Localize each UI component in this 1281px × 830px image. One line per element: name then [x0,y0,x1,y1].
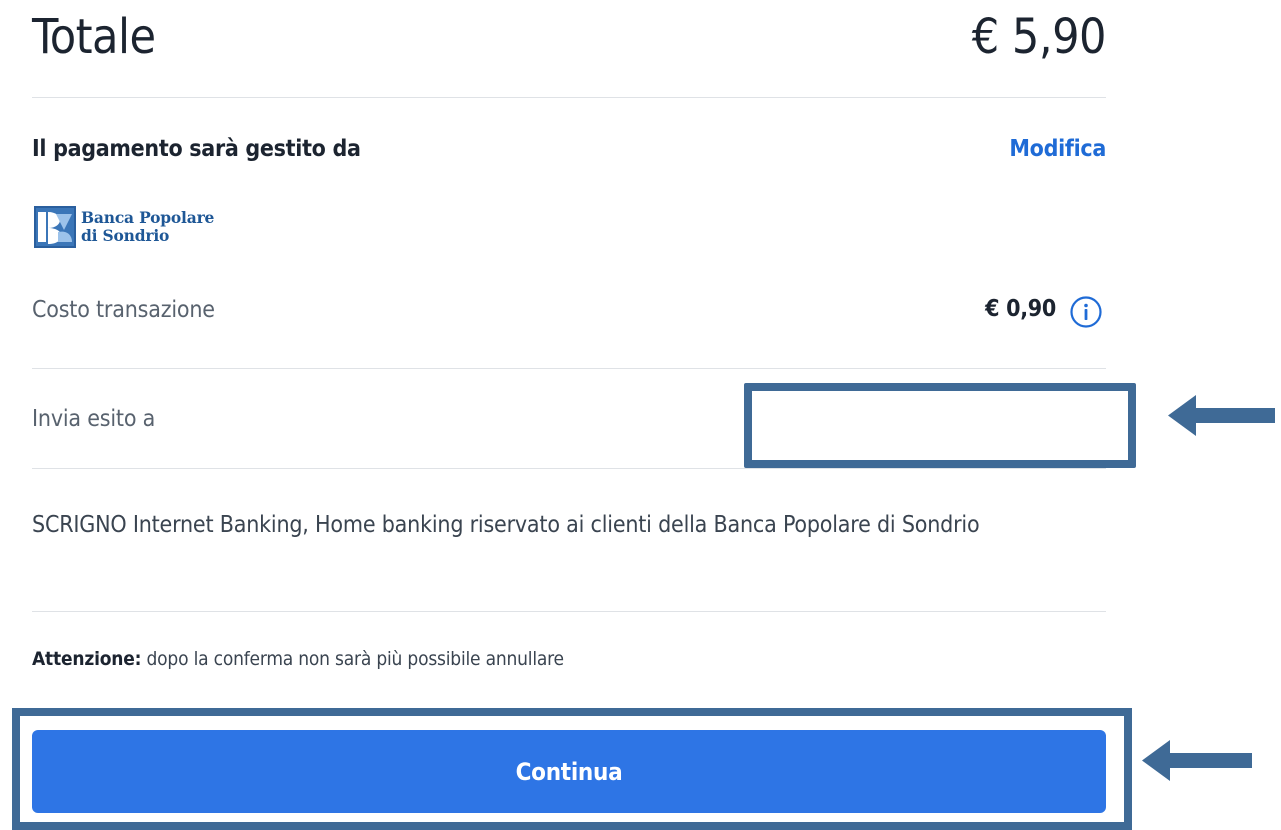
divider [32,97,1106,98]
total-amount: € 5,90 [971,9,1107,65]
warning-message: dopo la conferma non sarà più possibile … [141,648,565,670]
info-circle-icon[interactable] [1069,295,1103,329]
continue-button[interactable]: Continua [32,730,1106,813]
bank-logo-line1: Banca Popolare [81,208,215,227]
send-outcome-label: Invia esito a [32,406,156,432]
outcome-email-field[interactable] [744,383,1136,468]
divider [32,611,1106,612]
arrow-left-icon [1142,740,1252,781]
psp-description: SCRIGNO Internet Banking, Home banking r… [32,512,980,538]
warning-text: Attenzione: dopo la conferma non sarà pi… [32,648,564,670]
arrow-left-icon [1168,395,1275,436]
transaction-fee-label: Costo transazione [32,297,215,323]
bank-logo: Banca Popolare di Sondrio [34,206,214,248]
edit-psp-link[interactable]: Modifica [1009,136,1106,162]
divider [32,468,1106,469]
bps-logo-icon [34,206,76,248]
divider [32,368,1106,369]
warning-prefix: Attenzione: [32,648,142,670]
bank-logo-text: Banca Popolare di Sondrio [81,209,214,245]
transaction-fee-amount: € 0,90 [985,296,1056,322]
psp-heading: Il pagamento sarà gestito da [32,136,361,162]
bank-logo-line2: di Sondrio [81,226,170,245]
total-label: Totale [32,9,156,65]
